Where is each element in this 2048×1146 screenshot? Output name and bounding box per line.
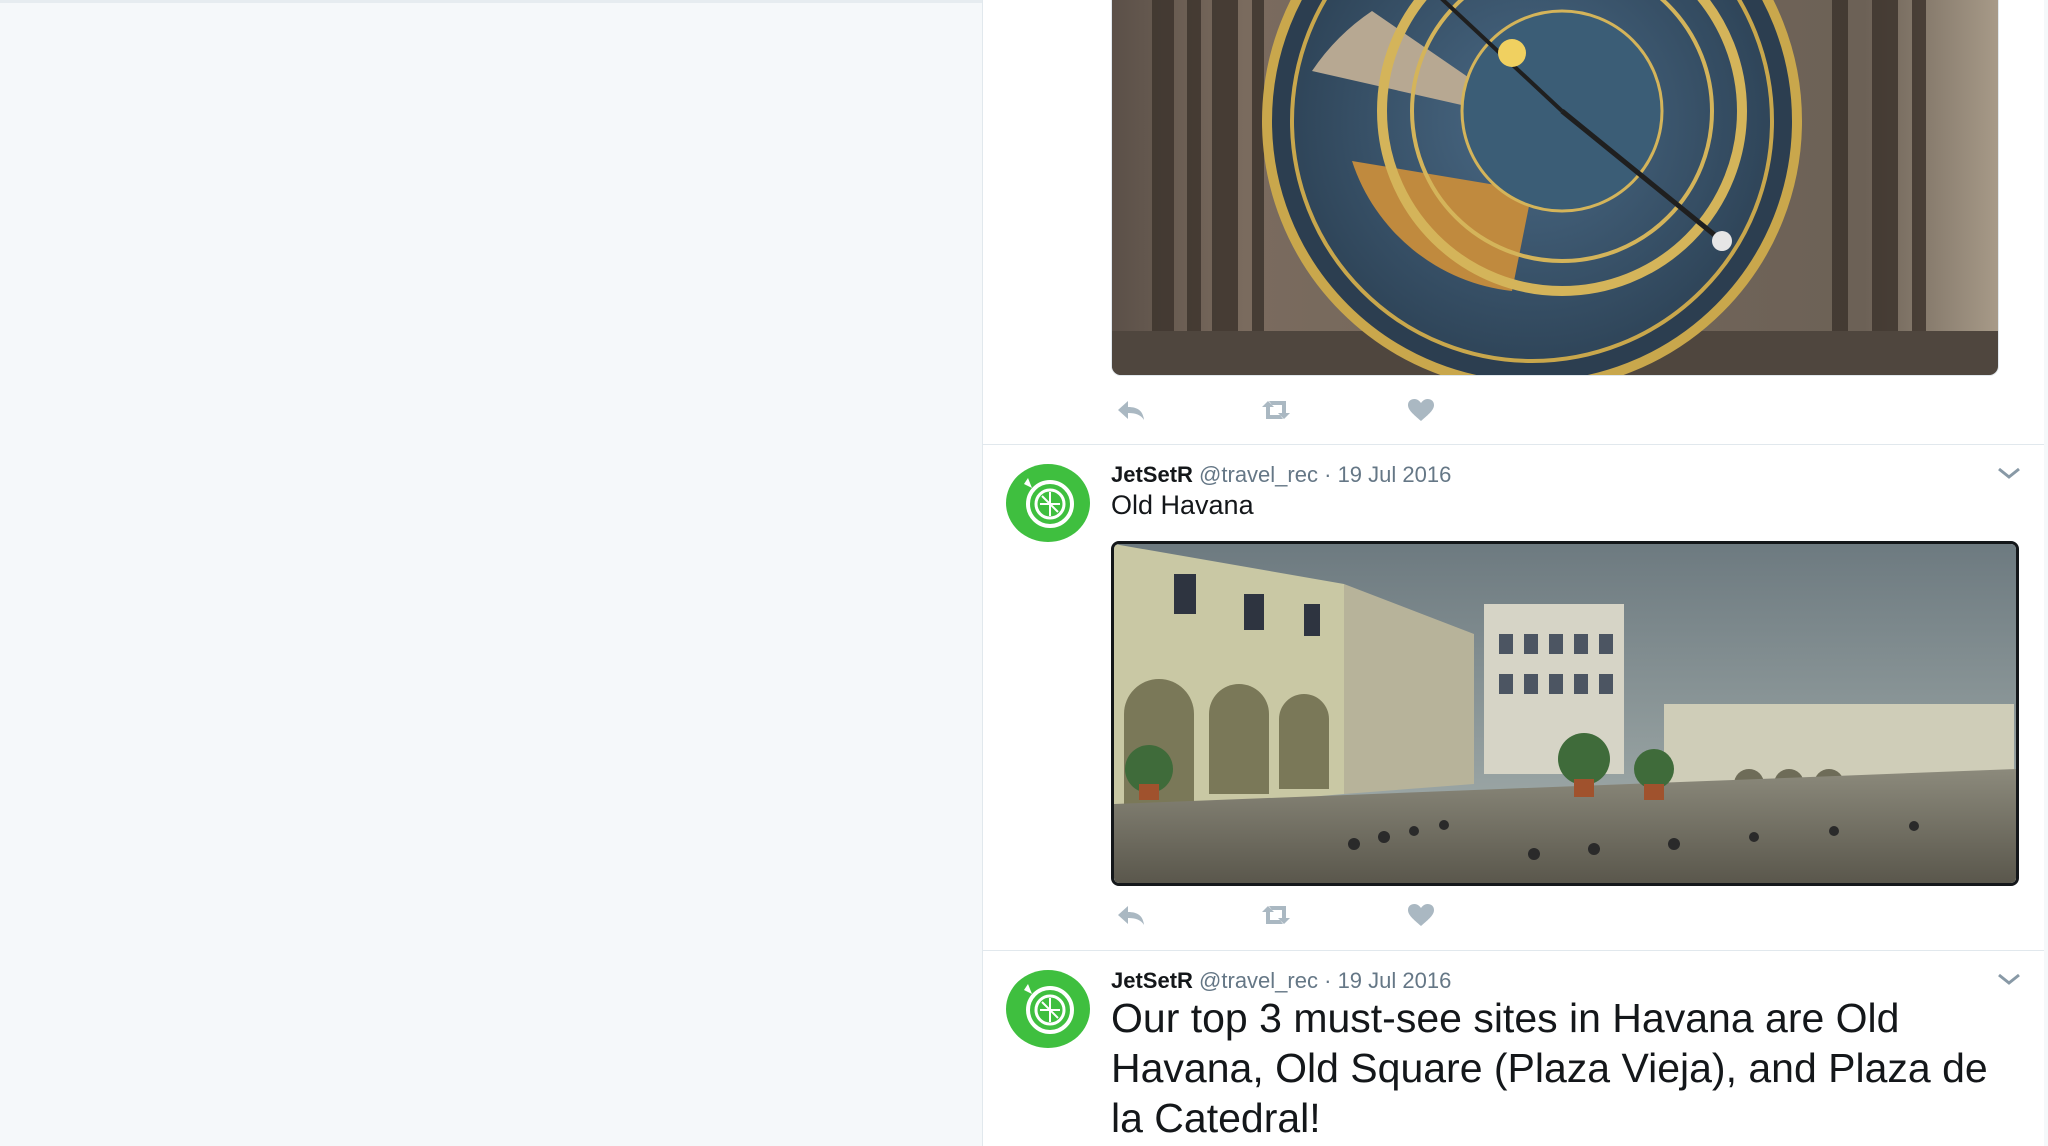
tweet-actions bbox=[1111, 899, 1511, 931]
left-pane bbox=[0, 3, 982, 1146]
avatar[interactable] bbox=[1006, 970, 1090, 1048]
tweet[interactable]: JetSetR @travel_rec · 19 Jul 2016 Old Ha… bbox=[983, 445, 2045, 951]
retweet-icon[interactable] bbox=[1256, 394, 1296, 426]
havana-image bbox=[1114, 544, 2016, 883]
reply-icon[interactable] bbox=[1111, 899, 1151, 931]
author-name[interactable]: JetSetR bbox=[1111, 968, 1193, 993]
tweet-text: Our top 3 must-see sites in Havana are O… bbox=[1111, 995, 1988, 1141]
tweet-media-astronomical-clock[interactable] bbox=[1111, 0, 1999, 376]
tweet-actions bbox=[1111, 394, 1511, 426]
retweet-icon[interactable] bbox=[1256, 899, 1296, 931]
author-handle[interactable]: @travel_rec bbox=[1199, 968, 1318, 993]
tweet-date[interactable]: 19 Jul 2016 bbox=[1338, 968, 1452, 993]
tweet-header: JetSetR @travel_rec · 19 Jul 2016 bbox=[1111, 462, 1451, 488]
tweet-media-old-havana[interactable] bbox=[1111, 541, 2019, 886]
chevron-down-icon[interactable] bbox=[1995, 969, 2023, 989]
separator: · bbox=[1324, 968, 1332, 993]
author-name[interactable]: JetSetR bbox=[1111, 462, 1193, 487]
author-handle[interactable]: @travel_rec bbox=[1199, 462, 1318, 487]
tweet-date[interactable]: 19 Jul 2016 bbox=[1338, 462, 1452, 487]
avatar[interactable] bbox=[1006, 464, 1090, 542]
timeline[interactable]: JetSetR @travel_rec · 19 Jul 2016 Old Ha… bbox=[982, 0, 2045, 1146]
heart-icon[interactable] bbox=[1401, 899, 1441, 931]
separator: · bbox=[1324, 462, 1332, 487]
clock-image bbox=[1112, 0, 1998, 375]
chevron-down-icon[interactable] bbox=[1995, 463, 2023, 483]
reply-icon[interactable] bbox=[1111, 394, 1151, 426]
heart-icon[interactable] bbox=[1401, 394, 1441, 426]
tweet[interactable]: JetSetR @travel_rec · 19 Jul 2016 Our to… bbox=[983, 951, 2045, 1146]
tweet-text: Old Havana bbox=[1111, 490, 1254, 520]
tweet[interactable] bbox=[983, 0, 2045, 445]
right-gutter bbox=[2044, 0, 2048, 1146]
tweet-header: JetSetR @travel_rec · 19 Jul 2016 bbox=[1111, 968, 1451, 994]
